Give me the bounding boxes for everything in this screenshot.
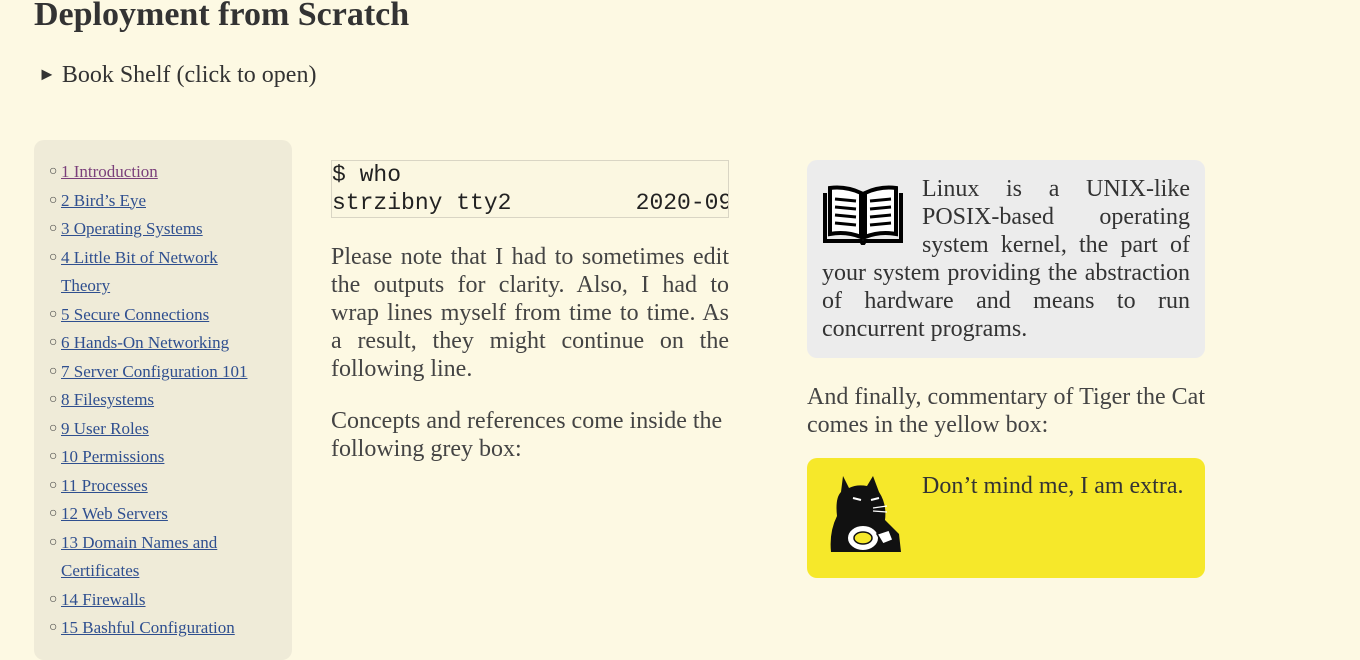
toc-list: ○ 1 Introduction ○ 2 Bird’s Eye ○ 3 Operating… [34,140,292,643]
toc-item: ○ 1 Introduction [49,158,292,187]
bullet-icon: ○ [49,164,58,179]
toc-item: ○ 10 Permissions [49,443,292,472]
toc-item: ○ 5 Secure Connections [49,301,292,330]
bullet-icon: ○ [49,420,58,436]
toc-link[interactable]: 14 Firewalls [61,586,261,615]
bullet-icon: ○ [49,620,58,635]
book-icon [823,185,903,245]
grey-box-paragraph: Concepts and references come inside the … [331,408,723,462]
toc-link[interactable]: 15 Bashful Configuration [61,614,261,643]
toc-item: ○ 12 Web Servers [49,500,292,529]
toc-item: ○ 7 Server Configuration 101 [49,358,292,387]
tiger-cat-icon [830,476,901,552]
bookshelf-toggle[interactable]: ► Book Shelf (click to open) [38,62,316,89]
page-title: Deployment from Scratch [34,0,410,33]
table-of-contents: ○ 1 Introduction ○ 2 Bird’s Eye ○ 3 Operating… [34,140,292,660]
toc-link[interactable]: 9 User Roles [61,415,261,444]
bullet-icon: ○ [49,477,58,493]
bullet-icon: ○ [49,506,58,521]
toc-item: ○ 15 Bashful Configuration [49,614,292,643]
bullet-icon: ○ [49,591,58,607]
toc-link[interactable]: 1 Introduction [61,158,261,187]
toc-item: ○ 9 User Roles [49,415,292,444]
toc-item: ○ 11 Processes [49,472,292,501]
tiger-comment-text: Don’t mind me, I am extra. [922,473,1184,499]
code-line: strzibny tty2 2020-09 [332,190,729,216]
toc-link[interactable]: 12 Web Servers [61,500,261,529]
bullet-icon: ○ [49,306,58,322]
intro-paragraph: Please note that I had to sometimes edit… [331,244,729,382]
toc-link[interactable]: 5 Secure Connections [61,301,261,330]
concept-box: Linux is a UNIX-like POSIX-based operati… [807,160,1205,358]
toc-item: ○ 14 Firewalls [49,586,292,615]
tiger-commentary-box: Don’t mind me, I am extra. [807,458,1205,578]
toc-item: ○ 2 Bird’s Eye [49,187,292,216]
bullet-icon: ○ [49,363,58,379]
toc-link[interactable]: 8 Filesystems [61,386,261,415]
bullet-icon: ○ [49,449,58,464]
yellow-box-paragraph: And finally, commentary of Tiger the Cat… [807,384,1205,438]
bullet-icon: ○ [49,192,58,208]
toc-item: ○ 6 Hands-On Networking [49,329,292,358]
bullet-icon: ○ [49,392,58,407]
toc-link[interactable]: 6 Hands-On Networking [61,329,261,358]
toc-link[interactable]: 4 Little Bit of Network Theory [61,244,261,301]
bullet-icon: ○ [49,221,58,236]
toc-item: ○ 4 Little Bit of Network Theory [49,244,292,301]
toc-link[interactable]: 7 Server Configuration 101 [61,358,261,387]
toc-link[interactable]: 13 Domain Names and Certificates [61,529,261,586]
toc-item: ○ 8 Filesystems [49,386,292,415]
toc-item: ○ 13 Domain Names and Certificates [49,529,292,586]
toc-item: ○ 3 Operating Systems [49,215,292,244]
bookshelf-label: Book Shelf (click to open) [61,62,317,88]
bullet-icon: ○ [49,335,58,350]
toc-link[interactable]: 2 Bird’s Eye [61,187,261,216]
toc-link[interactable]: 10 Permissions [61,443,261,472]
disclosure-triangle-icon: ► [38,64,56,84]
code-block: $ who strzibny tty2 2020-09 [331,160,729,218]
bullet-icon: ○ [49,249,58,265]
bullet-icon: ○ [49,534,58,550]
toc-link[interactable]: 11 Processes [61,472,261,501]
code-line: $ who [332,162,402,188]
toc-link[interactable]: 3 Operating Systems [61,215,261,244]
